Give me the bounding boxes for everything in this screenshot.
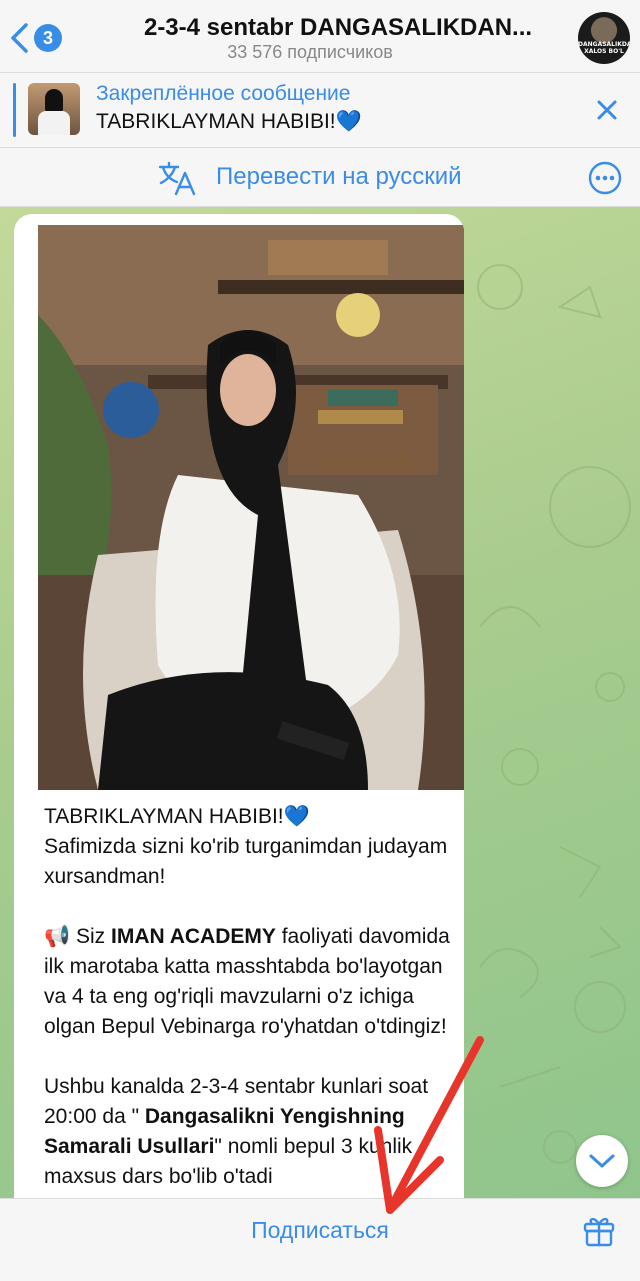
channel-title[interactable]: 2-3-4 sentabr DANGASALIKDAN... bbox=[100, 14, 576, 42]
chat-area: TABRIKLAYMAN HABIBI!💙 Safimizda sizni ko… bbox=[0, 207, 640, 1198]
chevron-down-icon bbox=[589, 1154, 615, 1168]
chat-header: 3 2-3-4 sentabr DANGASALIKDAN... 33 576 … bbox=[0, 0, 640, 73]
subscriber-count: 33 576 подписчиков bbox=[227, 42, 393, 62]
message-text: TABRIKLAYMAN HABIBI!💙 Safimizda sizni ko… bbox=[44, 802, 464, 1192]
message-photo[interactable] bbox=[38, 225, 464, 790]
message-paragraph-2: 📢 Siz IMAN ACADEMY faoliyati davomida il… bbox=[44, 925, 450, 1038]
translate-button[interactable]: Перевести на русский bbox=[216, 163, 462, 191]
pinned-thumbnail bbox=[28, 83, 80, 135]
message-line-2: Safimizda sizni ko'rib turganimdan juday… bbox=[44, 835, 448, 888]
message-paragraph-3: Ushbu kanalda 2-3-4 sentabr kunlari soat… bbox=[44, 1075, 429, 1188]
translate-bar: Перевести на русский bbox=[0, 148, 640, 207]
message-line-1: TABRIKLAYMAN HABIBI!💙 bbox=[44, 805, 310, 828]
subscribe-button[interactable]: Подписаться bbox=[0, 1217, 640, 1244]
academy-name: IMAN ACADEMY bbox=[111, 925, 276, 948]
more-options-icon[interactable] bbox=[588, 161, 622, 195]
channel-avatar[interactable]: DANGASALIKDAN XALOS BO'L bbox=[578, 12, 630, 64]
pinned-text: TABRIKLAYMAN HABIBI!💙 bbox=[96, 110, 362, 133]
unread-badge: 3 bbox=[34, 24, 62, 52]
close-icon[interactable] bbox=[596, 99, 618, 121]
translate-icon[interactable] bbox=[158, 160, 196, 196]
pinned-indicator bbox=[13, 83, 16, 137]
scroll-down-button[interactable] bbox=[576, 1135, 628, 1187]
pinned-title: Закреплённое сообщение bbox=[96, 82, 351, 105]
pinned-message-bar[interactable]: Закреплённое сообщение TABRIKLAYMAN HABI… bbox=[0, 73, 640, 148]
bottom-bar: Подписаться bbox=[0, 1198, 640, 1281]
avatar-caption: DANGASALIKDAN XALOS BO'L bbox=[578, 41, 630, 55]
gift-icon[interactable] bbox=[582, 1213, 616, 1247]
megaphone-icon: 📢 bbox=[44, 925, 71, 948]
message-bubble[interactable]: TABRIKLAYMAN HABIBI!💙 Safimizda sizni ko… bbox=[14, 214, 464, 1198]
chevron-left-icon bbox=[11, 23, 28, 53]
back-button[interactable]: 3 bbox=[8, 20, 68, 56]
